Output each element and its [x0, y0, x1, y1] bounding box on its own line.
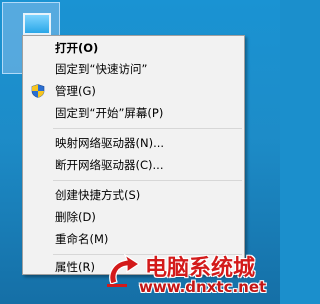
- menu-item-label: 固定到“开始”屏幕(P): [55, 106, 164, 120]
- menu-item-label: 创建快捷方式(S): [55, 188, 141, 202]
- menu-item-map-network-drive[interactable]: 映射网络驱动器(N)...: [23, 133, 244, 153]
- site-watermark: 电脑系统城 www.dnxtc.net: [105, 248, 280, 304]
- menu-item-label: 管理(G): [55, 84, 96, 98]
- menu-item-label: 重命名(M): [55, 232, 109, 246]
- menu-separator: [53, 180, 242, 181]
- menu-item-label: 打开(O): [55, 41, 99, 55]
- menu-separator: [53, 128, 242, 129]
- menu-item-label: 属性(R): [55, 260, 95, 274]
- menu-item-delete[interactable]: 删除(D): [23, 207, 244, 227]
- menu-item-open[interactable]: 打开(O): [23, 38, 244, 58]
- menu-item-label: 固定到“快速访问”: [55, 62, 148, 76]
- menu-item-disconnect-network-drive[interactable]: 断开网络驱动器(C)...: [23, 155, 244, 175]
- watermark-url: www.dnxtc.net: [139, 278, 267, 296]
- computer-icon: [23, 13, 51, 35]
- menu-item-label: 映射网络驱动器(N)...: [55, 136, 165, 150]
- menu-item-pin-quick-access[interactable]: 固定到“快速访问”: [23, 59, 244, 79]
- menu-item-create-shortcut[interactable]: 创建快捷方式(S): [23, 185, 244, 205]
- menu-item-pin-start[interactable]: 固定到“开始”屏幕(P): [23, 103, 244, 123]
- menu-item-label: 删除(D): [55, 210, 96, 224]
- menu-item-manage[interactable]: 管理(G): [23, 81, 244, 101]
- menu-item-rename[interactable]: 重命名(M): [23, 229, 244, 249]
- context-menu: 打开(O) 固定到“快速访问” 管理(G) 固定到“开始”屏幕(P) 映射网络驱…: [22, 35, 245, 275]
- menu-item-label: 断开网络驱动器(C)...: [55, 158, 164, 172]
- uac-shield-icon: [31, 84, 45, 98]
